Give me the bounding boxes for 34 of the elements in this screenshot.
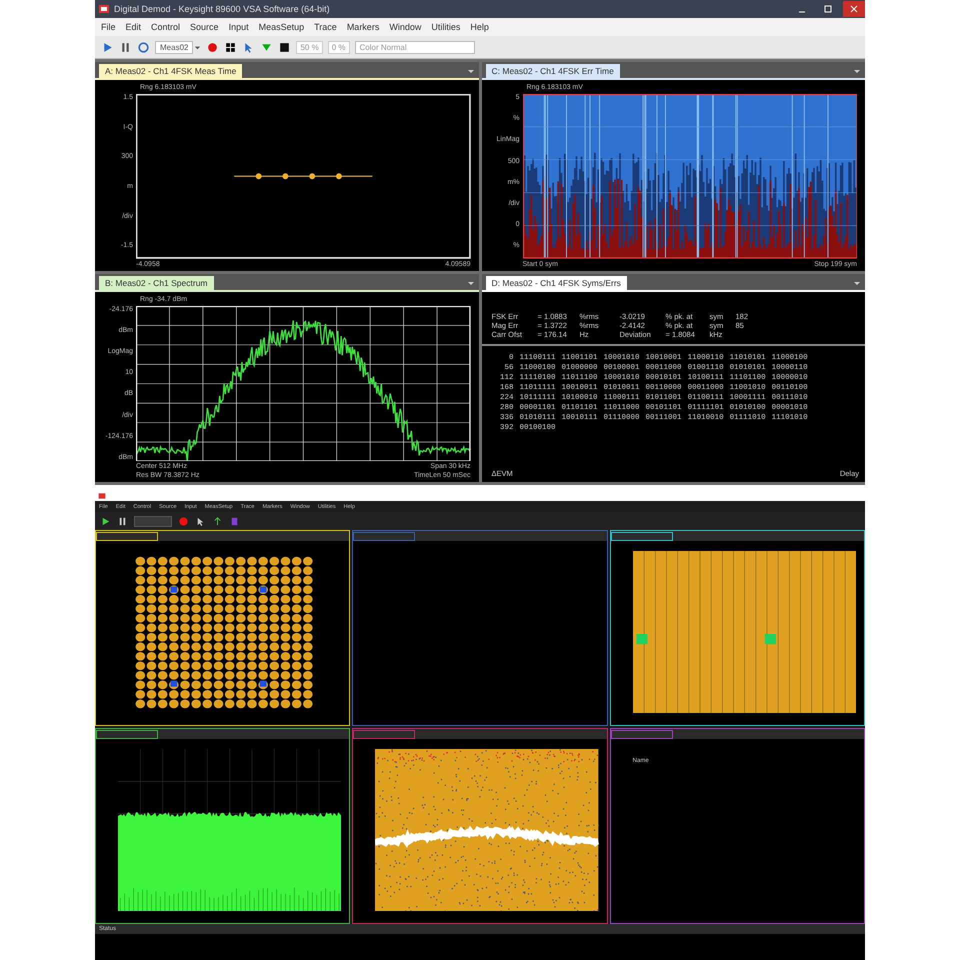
pane-tab[interactable] [96,730,158,738]
pane-tab[interactable]: D: Meas02 - Ch1 4FSK Syms/Errs [486,276,627,290]
menu-item[interactable]: Control [151,22,180,32]
pane-tab[interactable]: B: Meas02 - Ch1 Spectrum [99,276,214,290]
measurement-dropdown[interactable]: Meas02 [155,40,194,54]
menu-item[interactable]: Markers [346,22,380,32]
caret-icon[interactable] [194,44,202,50]
menu-item[interactable]: Edit [126,22,142,32]
play-icon[interactable] [100,516,111,526]
app-icon [98,3,110,15]
menu-item[interactable]: Trace [314,22,337,32]
pane-tab[interactable]: C: Meas02 - Ch1 4FSK Err Time [486,64,620,78]
close-icon[interactable] [843,1,865,17]
menu-item[interactable]: Help [470,22,489,32]
pane-tab[interactable]: A: Meas02 - Ch1 4FSK Meas Time [99,64,242,78]
pane-tab[interactable] [96,532,158,540]
menu-item[interactable]: Utilities [431,22,460,32]
app-icon [98,492,106,500]
menu-item[interactable]: Source [190,22,219,32]
pane-menu-icon[interactable] [853,67,861,75]
menu-item[interactable]: Window [389,22,422,32]
marker-icon[interactable] [212,516,223,526]
layout-grid-icon[interactable] [224,40,238,54]
menu-item[interactable]: Input [228,22,249,32]
pause-icon[interactable] [117,516,128,526]
record-icon[interactable] [178,516,189,526]
loop-icon[interactable] [137,40,150,54]
record-icon[interactable] [206,40,220,54]
menu-item[interactable]: MeasSetup [258,22,304,32]
pane-menu-icon[interactable] [466,67,474,75]
window-title: Digital Demod - Keysight 89600 VSA Software (64-bit) [114,4,330,14]
pointer-icon[interactable] [195,516,206,526]
pane-tab[interactable] [610,532,673,540]
menu-item[interactable]: File [101,22,116,32]
